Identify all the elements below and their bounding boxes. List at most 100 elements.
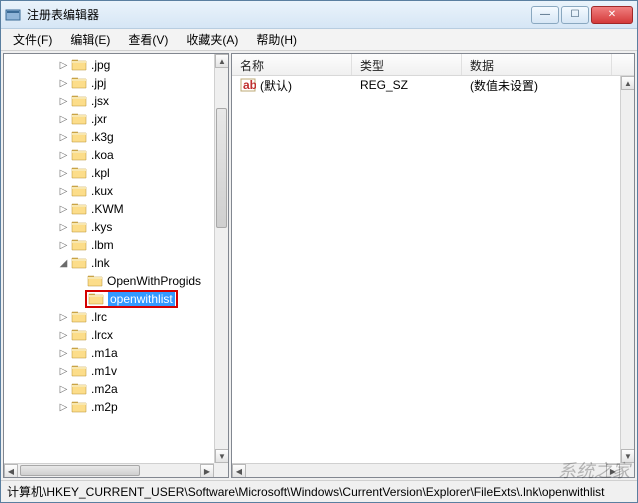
values-list[interactable]: ab(默认)REG_SZ(数值未设置)	[232, 76, 620, 463]
tree-item[interactable]: ▷ .lbm	[4, 236, 214, 254]
tree-item[interactable]: openwithlist	[4, 290, 214, 308]
tree-item[interactable]: ▷ .m2a	[4, 380, 214, 398]
value-data: (数值未设置)	[462, 77, 612, 94]
tree-item-label: .m2p	[91, 400, 118, 414]
tree-item[interactable]: ▷ .m2p	[4, 398, 214, 416]
menu-edit[interactable]: 编辑(E)	[62, 29, 118, 50]
expand-icon[interactable]: ▷	[58, 114, 69, 125]
maximize-button[interactable]: ☐	[561, 6, 589, 24]
content-area: ▷.jpg▷.jpj▷.jsx▷.jxr▷.k3g▷.koa▷.kpl▷.kux…	[1, 51, 637, 480]
scroll-right-icon[interactable]: ▶	[606, 464, 620, 477]
expand-icon[interactable]: ▷	[58, 330, 69, 341]
expand-icon[interactable]: ▷	[58, 132, 69, 143]
tree-item[interactable]: ▷.koa	[4, 146, 214, 164]
scroll-corner	[214, 463, 228, 477]
tree-item[interactable]: ▷.m1v	[4, 362, 214, 380]
tree-item[interactable]: ▷ .lrc	[4, 308, 214, 326]
registry-editor-window: 注册表编辑器 — ☐ ✕ 文件(F) 编辑(E) 查看(V) 收藏夹(A) 帮助…	[0, 0, 638, 503]
expand-icon[interactable]: ▷	[58, 186, 69, 197]
folder-icon	[71, 310, 87, 324]
folder-icon	[71, 166, 87, 180]
value-name: (默认)	[260, 77, 292, 94]
folder-icon	[71, 238, 87, 252]
expand-icon[interactable]: ▷	[58, 204, 69, 215]
minimize-button[interactable]: —	[531, 6, 559, 24]
tree-item[interactable]: ▷.m1a	[4, 344, 214, 362]
registry-tree[interactable]: ▷.jpg▷.jpj▷.jsx▷.jxr▷.k3g▷.koa▷.kpl▷.kux…	[4, 54, 214, 463]
highlight-box: openwithlist	[85, 290, 178, 308]
scroll-left-icon[interactable]: ◀	[4, 464, 18, 477]
menu-view[interactable]: 查看(V)	[120, 29, 176, 50]
expand-icon[interactable]: ▷	[58, 222, 69, 233]
tree-item-label: .lrcx	[91, 328, 113, 342]
tree-item[interactable]: ▷.jpj	[4, 74, 214, 92]
close-button[interactable]: ✕	[591, 6, 633, 24]
expand-icon[interactable]: ▷	[58, 60, 69, 71]
folder-icon	[71, 256, 87, 270]
folder-icon	[71, 112, 87, 126]
expand-icon[interactable]: ▷	[58, 150, 69, 161]
menu-favorites[interactable]: 收藏夹(A)	[178, 29, 246, 50]
expand-icon[interactable]: ▷	[58, 240, 69, 251]
tree-item-label: .lbm	[91, 238, 114, 252]
tree-item[interactable]: ▷.jxr	[4, 110, 214, 128]
tree-item-label: .jpg	[91, 58, 110, 72]
folder-icon	[71, 328, 87, 342]
values-header[interactable]: 名称类型数据	[232, 54, 634, 76]
expand-icon[interactable]: ▷	[58, 96, 69, 107]
folder-icon	[71, 58, 87, 72]
collapse-icon[interactable]: ◢	[58, 258, 69, 269]
menu-file[interactable]: 文件(F)	[5, 29, 60, 50]
folder-icon	[71, 184, 87, 198]
titlebar[interactable]: 注册表编辑器 — ☐ ✕	[1, 1, 637, 29]
value-type: REG_SZ	[352, 78, 462, 92]
folder-icon	[71, 220, 87, 234]
tree-item-label: openwithlist	[108, 292, 175, 306]
scroll-thumb[interactable]	[20, 465, 140, 476]
tree-item[interactable]: ▷ .lrcx	[4, 326, 214, 344]
scroll-up-icon[interactable]: ▲	[215, 54, 228, 68]
scroll-thumb[interactable]	[216, 108, 227, 228]
tree-item-label: .kpl	[91, 166, 110, 180]
expand-icon[interactable]: ▷	[58, 366, 69, 377]
status-path: 计算机\HKEY_CURRENT_USER\Software\Microsoft…	[7, 483, 605, 500]
column-header[interactable]: 名称	[232, 54, 352, 75]
scroll-left-icon[interactable]: ◀	[232, 464, 246, 477]
expand-icon[interactable]: ▷	[58, 168, 69, 179]
expand-icon[interactable]: ▷	[58, 348, 69, 359]
expand-icon[interactable]: ▷	[58, 402, 69, 413]
scroll-up-icon[interactable]: ▲	[621, 76, 634, 90]
expand-icon[interactable]: ▷	[58, 312, 69, 323]
expand-icon[interactable]: ▷	[58, 78, 69, 89]
column-header[interactable]: 数据	[462, 54, 612, 75]
tree-item[interactable]: ▷.k3g	[4, 128, 214, 146]
tree-vertical-scrollbar[interactable]: ▲ ▼	[214, 54, 228, 463]
folder-icon	[71, 400, 87, 414]
menu-help[interactable]: 帮助(H)	[248, 29, 305, 50]
expand-icon[interactable]: ▷	[58, 384, 69, 395]
expander-empty	[74, 276, 85, 287]
tree-item[interactable]: ▷.kys	[4, 218, 214, 236]
values-pane: 名称类型数据 ab(默认)REG_SZ(数值未设置) ▲ ▼ ◀ ▶	[231, 53, 635, 478]
tree-horizontal-scrollbar[interactable]: ◀ ▶	[4, 463, 214, 477]
tree-item-label: .m2a	[91, 382, 118, 396]
column-header[interactable]: 类型	[352, 54, 462, 75]
scroll-right-icon[interactable]: ▶	[200, 464, 214, 477]
tree-item[interactable]: ▷.KWM	[4, 200, 214, 218]
expander-empty	[74, 294, 85, 305]
tree-item-label: .lrc	[91, 310, 107, 324]
tree-item-label: .jsx	[91, 94, 109, 108]
list-vertical-scrollbar[interactable]: ▲ ▼	[620, 76, 634, 463]
folder-icon	[71, 148, 87, 162]
tree-item[interactable]: ◢.lnk	[4, 254, 214, 272]
scroll-down-icon[interactable]: ▼	[621, 449, 634, 463]
value-row[interactable]: ab(默认)REG_SZ(数值未设置)	[232, 76, 620, 94]
tree-item[interactable]: ▷ .jpg	[4, 56, 214, 74]
scroll-corner	[620, 463, 634, 477]
tree-item[interactable]: ▷ .jsx	[4, 92, 214, 110]
tree-item[interactable]: ▷.kux	[4, 182, 214, 200]
tree-item[interactable]: ▷ .kpl	[4, 164, 214, 182]
tree-item[interactable]: OpenWithProgids	[4, 272, 214, 290]
list-horizontal-scrollbar[interactable]: ◀ ▶	[232, 463, 620, 477]
scroll-down-icon[interactable]: ▼	[215, 449, 228, 463]
